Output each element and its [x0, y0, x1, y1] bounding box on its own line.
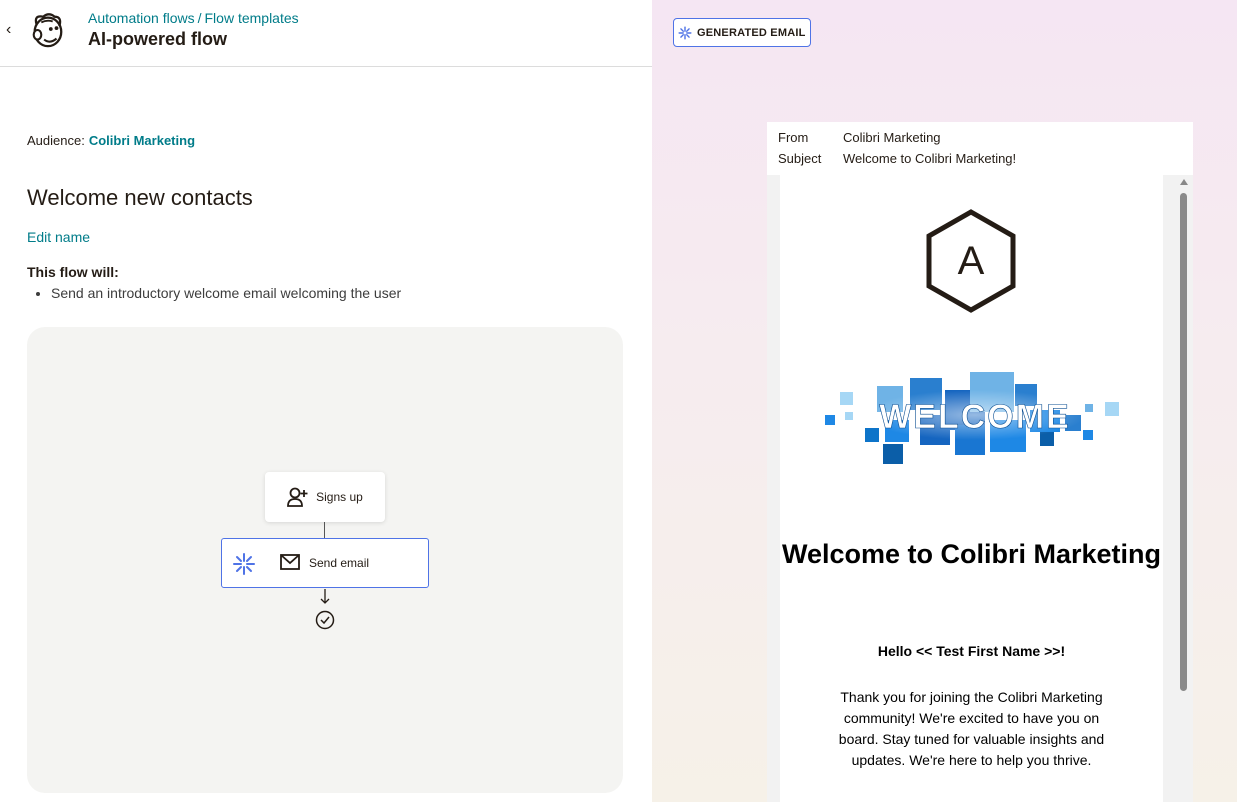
generated-email-label: GENERATED EMAIL [697, 26, 806, 39]
signs-up-trigger-node[interactable]: Signs up [265, 472, 385, 522]
audience-row: Audience: Colibri Marketing [27, 133, 195, 148]
add-user-icon [287, 487, 308, 507]
email-preview-pane: GENERATED EMAIL From Colibri Marketing S… [652, 0, 1237, 802]
from-value: Colibri Marketing [843, 130, 941, 145]
email-preview-card: From Colibri Marketing Subject Welcome t… [767, 122, 1193, 802]
back-chevron-icon[interactable]: ‹ [6, 20, 20, 40]
breadcrumb-separator: / [197, 10, 202, 26]
connector-line [324, 522, 325, 538]
ai-sparkle-icon [678, 25, 692, 40]
signs-up-label: Signs up [316, 490, 363, 504]
banner-text: WELCOME [879, 398, 1071, 436]
subject-label: Subject [778, 151, 822, 166]
breadcrumb-automation-flows[interactable]: Automation flows [88, 10, 195, 26]
from-label: From [778, 130, 809, 145]
envelope-icon [280, 554, 300, 570]
arrow-down-icon [320, 589, 330, 604]
flow-diagram-canvas: Signs up Send email [27, 327, 623, 793]
send-email-action-node[interactable]: Send email [221, 538, 429, 588]
breadcrumb-flow-templates[interactable]: Flow templates [205, 10, 299, 26]
email-heading: Welcome to Colibri Marketing [781, 539, 1162, 569]
email-greeting: Hello << Test First Name >>! [877, 643, 1066, 659]
flow-will-heading: This flow will: [27, 264, 119, 280]
email-frame: A WELCOME Welcome to Colibri Marketing H… [767, 175, 1193, 802]
audience-label: Audience: [27, 133, 85, 148]
flow-name: Welcome new contacts [27, 185, 253, 210]
send-email-label: Send email [309, 556, 370, 570]
list-item: Send an introductory welcome email welco… [51, 285, 401, 301]
mailchimp-logo-icon [32, 13, 63, 48]
scroll-thumb[interactable] [1180, 193, 1187, 691]
brand-logo: A [926, 209, 1016, 313]
check-circle-icon [315, 610, 335, 630]
audience-value[interactable]: Colibri Marketing [89, 133, 195, 148]
scroll-up-arrow-icon[interactable] [1180, 179, 1188, 185]
flow-setup-pane: ‹ Automation flows / Flow templates AI-pow… [0, 0, 652, 802]
welcome-banner-image: WELCOME [825, 372, 1119, 464]
subject-value: Welcome to Colibri Marketing! [843, 151, 1017, 166]
email-scrollbar[interactable] [1178, 175, 1189, 802]
email-body: A WELCOME Welcome to Colibri Marketing H… [780, 175, 1163, 802]
breadcrumb: Automation flows / Flow templates [88, 10, 299, 26]
edit-name-link[interactable]: Edit name [27, 229, 90, 245]
email-body-text: Thank you for joining the Colibri Market… [838, 689, 1105, 768]
top-bar: ‹ Automation flows / Flow templates AI-pow… [0, 0, 652, 67]
ai-sparkle-icon [233, 553, 255, 575]
flow-steps-list: Send an introductory welcome email welco… [51, 285, 401, 301]
generated-email-badge[interactable]: GENERATED EMAIL [673, 18, 811, 47]
page-title: AI-powered flow [88, 29, 227, 49]
logo-letter: A [958, 239, 985, 283]
